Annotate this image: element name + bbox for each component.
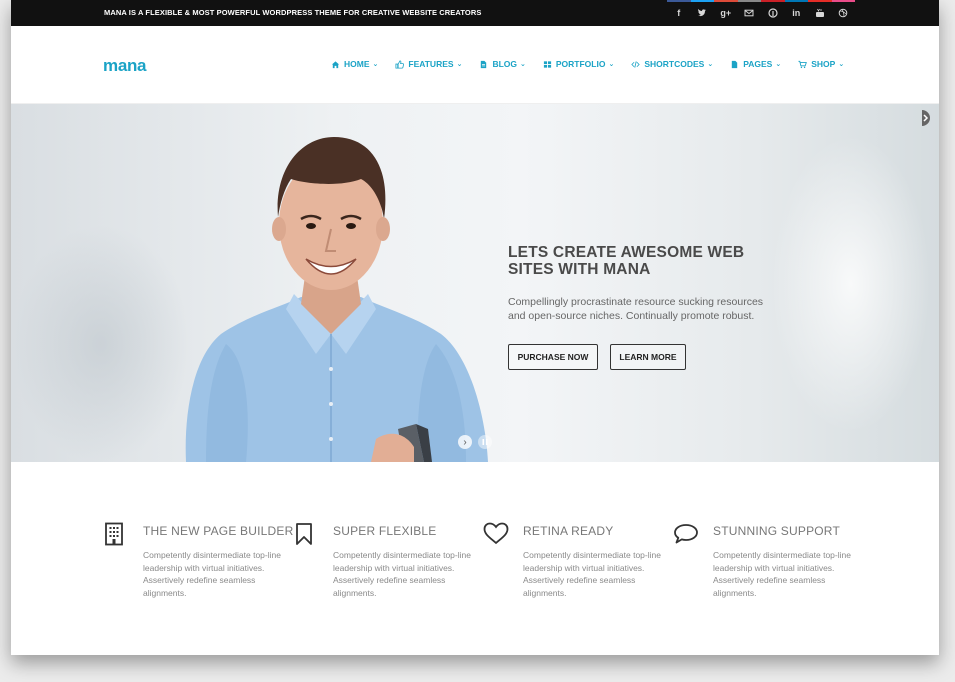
logo[interactable]: mana bbox=[103, 56, 147, 76]
feature-text: Competently disintermediate top-line lea… bbox=[523, 550, 661, 598]
nav-label: SHOP bbox=[811, 59, 836, 69]
email-link[interactable] bbox=[737, 0, 762, 26]
grid-icon bbox=[543, 60, 551, 68]
email-icon bbox=[744, 9, 754, 17]
nav-label: PAGES bbox=[743, 59, 773, 69]
nav-features[interactable]: FEATURES ⌄ bbox=[395, 59, 462, 69]
twitter-icon bbox=[698, 9, 707, 17]
dribbble-link[interactable] bbox=[831, 0, 856, 26]
top-bar: MANA IS A FLEXIBLE & MOST POWERFUL WORDP… bbox=[11, 0, 939, 26]
page-icon bbox=[732, 60, 738, 68]
googleplus-link[interactable]: g+ bbox=[714, 0, 738, 26]
cart-icon bbox=[798, 60, 808, 68]
main-nav: HOME ⌄ FEATURES ⌄ BLOG ⌄ PORTFOLIO ⌄ SHORTCO… bbox=[331, 59, 861, 69]
features-section: THE NEW PAGE BUILDER Competently disinte… bbox=[11, 462, 939, 655]
nav-blog[interactable]: BLOG ⌄ bbox=[479, 59, 526, 69]
nav-label: SHORTCODES bbox=[644, 59, 705, 69]
background-blur bbox=[11, 224, 191, 462]
bookmark-icon bbox=[296, 523, 312, 545]
feature-title: STUNNING SUPPORT bbox=[713, 524, 840, 538]
feature-text: Competently disintermediate top-line lea… bbox=[143, 550, 281, 598]
building-icon bbox=[105, 522, 123, 546]
hero-slider: LETS CREATE AWESOME WEB SITES WITH MANA … bbox=[11, 104, 939, 462]
background-blur bbox=[771, 134, 931, 434]
learn-more-button[interactable]: LEARN MORE bbox=[610, 344, 686, 370]
purchase-now-button[interactable]: PURCHASE NOW bbox=[508, 344, 598, 370]
feature-title: RETINA READY bbox=[523, 524, 614, 538]
nav-label: BLOG bbox=[492, 59, 517, 69]
linkedin-icon: in bbox=[792, 8, 801, 18]
nav-pages[interactable]: PAGES ⌄ bbox=[730, 59, 781, 69]
chevron-down-icon: ⌄ bbox=[838, 61, 845, 68]
speech-bubble-icon bbox=[674, 524, 698, 544]
chevron-down-icon: ⌄ bbox=[372, 61, 379, 68]
document-icon bbox=[481, 60, 487, 68]
nav-label: PORTFOLIO bbox=[555, 59, 606, 69]
feature-text: Competently disintermediate top-line lea… bbox=[333, 550, 471, 598]
nav-shop[interactable]: SHOP ⌄ bbox=[798, 59, 844, 69]
tagline: MANA IS A FLEXIBLE & MOST POWERFUL WORDP… bbox=[104, 8, 482, 17]
heart-icon bbox=[483, 522, 509, 545]
facebook-link[interactable]: f bbox=[667, 0, 691, 26]
logo-text: mana bbox=[103, 56, 147, 75]
chevron-right-icon: › bbox=[463, 436, 467, 448]
nav-portfolio[interactable]: PORTFOLIO ⌄ bbox=[543, 59, 614, 69]
code-icon bbox=[631, 60, 641, 68]
twitter-link[interactable] bbox=[690, 0, 715, 26]
slide-next-button[interactable]: › bbox=[458, 435, 472, 449]
site-header: mana HOME ⌄ FEATURES ⌄ BLOG ⌄ PORTFOLIO ⌄ SH… bbox=[11, 26, 939, 104]
chevron-down-icon: ⌄ bbox=[608, 61, 615, 68]
pinterest-link[interactable] bbox=[761, 0, 785, 26]
hero-subtitle: Compellingly procrastinate resource suck… bbox=[508, 296, 764, 322]
chevron-down-icon: ⌄ bbox=[456, 61, 463, 68]
nav-label: HOME bbox=[344, 59, 370, 69]
pinterest-icon bbox=[768, 8, 778, 18]
googleplus-icon: g+ bbox=[720, 8, 732, 18]
thumbs-up-icon bbox=[395, 59, 405, 69]
nav-label: FEATURES bbox=[408, 59, 454, 69]
feature-title: SUPER FLEXIBLE bbox=[333, 524, 437, 538]
facebook-icon: f bbox=[677, 8, 681, 18]
feature-text: Competently disintermediate top-line lea… bbox=[713, 550, 851, 598]
hero-person-image bbox=[185, 137, 488, 462]
nav-home[interactable]: HOME ⌄ bbox=[331, 59, 378, 69]
slide-pause-button[interactable] bbox=[478, 435, 492, 449]
social-links: f g+ in bbox=[667, 0, 855, 26]
youtube-link[interactable] bbox=[808, 0, 832, 26]
chevron-down-icon: ⌄ bbox=[707, 61, 714, 68]
dribbble-icon bbox=[838, 8, 848, 18]
browser-page: MANA IS A FLEXIBLE & MOST POWERFUL WORDP… bbox=[11, 0, 939, 655]
nav-shortcodes[interactable]: SHORTCODES ⌄ bbox=[631, 59, 713, 69]
slider-next-arrow-icon[interactable] bbox=[920, 110, 934, 126]
chevron-down-icon: ⌄ bbox=[520, 61, 526, 68]
home-icon bbox=[331, 60, 340, 68]
youtube-icon bbox=[815, 8, 824, 17]
pause-icon bbox=[482, 439, 488, 445]
feature-title: THE NEW PAGE BUILDER bbox=[143, 524, 294, 538]
hero-title: LETS CREATE AWESOME WEB SITES WITH MANA bbox=[508, 244, 745, 278]
chevron-down-icon: ⌄ bbox=[775, 61, 782, 68]
linkedin-link[interactable]: in bbox=[784, 0, 809, 26]
